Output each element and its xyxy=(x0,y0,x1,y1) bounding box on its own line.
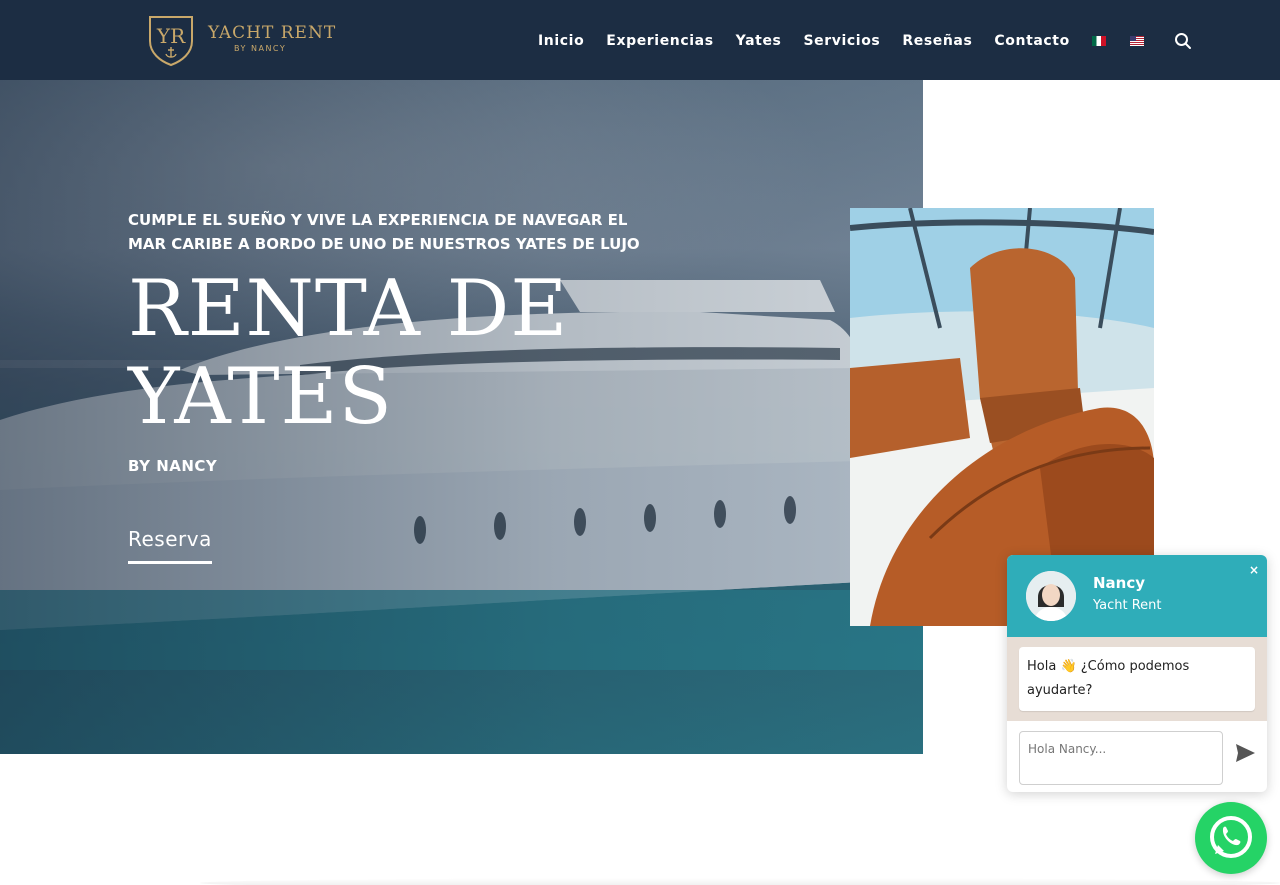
agent-avatar xyxy=(1026,571,1076,621)
nav-item-experiencias[interactable]: Experiencias xyxy=(606,33,713,49)
send-icon[interactable] xyxy=(1233,741,1257,765)
nav-item-inicio[interactable]: Inicio xyxy=(538,33,584,49)
section-divider-shadow xyxy=(200,878,1280,885)
logo-subtitle: BY NANCY xyxy=(234,44,287,53)
hero-title-line1: RENTA DE xyxy=(128,264,569,354)
hero-title: RENTA DE YATES xyxy=(128,265,688,441)
chat-messages: Hola 👋 ¿Cómo podemos ayudarte? xyxy=(1007,637,1267,721)
greeting-message: Hola 👋 ¿Cómo podemos ayudarte? xyxy=(1019,647,1255,711)
close-icon[interactable]: × xyxy=(1249,563,1259,577)
agent-name: Nancy xyxy=(1093,574,1146,592)
nav-item-yates[interactable]: Yates xyxy=(736,33,782,49)
reserva-button[interactable]: Reserva xyxy=(128,527,212,564)
mexico-flag-icon[interactable] xyxy=(1091,36,1106,46)
chat-header: Nancy Yacht Rent × xyxy=(1007,555,1267,637)
site-header: YR YACHT RENT BY NANCY Inicio Experienci… xyxy=(0,0,1280,80)
search-icon[interactable] xyxy=(1174,32,1192,50)
hero-banner: CUMPLE EL SUEÑO Y VIVE LA EXPERIENCIA DE… xyxy=(0,80,923,754)
whatsapp-button[interactable] xyxy=(1195,802,1267,874)
chat-widget: Nancy Yacht Rent × Hola 👋 ¿Cómo podemos … xyxy=(1007,555,1267,792)
avatar-icon xyxy=(1026,571,1076,621)
usa-flag-icon[interactable] xyxy=(1129,36,1144,46)
shield-logo-icon: YR xyxy=(149,16,193,67)
nav-item-contacto[interactable]: Contacto xyxy=(994,33,1069,49)
main-nav: Inicio Experiencias Yates Servicios Rese… xyxy=(538,30,1192,52)
logo-monogram: YR xyxy=(156,24,186,48)
agent-company: Yacht Rent xyxy=(1093,598,1162,613)
chat-message-input[interactable] xyxy=(1019,731,1223,785)
nav-item-servicios[interactable]: Servicios xyxy=(803,33,880,49)
site-logo[interactable]: YR YACHT RENT BY NANCY xyxy=(144,13,337,67)
hero-tagline: CUMPLE EL SUEÑO Y VIVE LA EXPERIENCIA DE… xyxy=(128,211,640,253)
nav-item-resenas[interactable]: Reseñas xyxy=(902,33,972,49)
hero-byline: BY NANCY xyxy=(128,457,218,475)
hero-title-line2: YATES xyxy=(128,352,393,442)
whatsapp-icon xyxy=(1210,816,1252,858)
logo-title: YACHT RENT xyxy=(208,23,337,43)
